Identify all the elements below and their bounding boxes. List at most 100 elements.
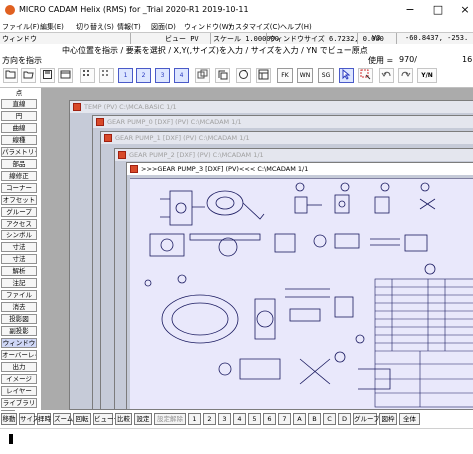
function-key-16[interactable]: A (293, 413, 306, 425)
wn-button[interactable]: WN (297, 68, 313, 83)
drawing-canvas[interactable] (130, 178, 473, 409)
sidebar-item-22[interactable]: 出力 (1, 361, 37, 372)
function-key-18[interactable]: C (323, 413, 336, 425)
fk-button[interactable]: FK (277, 68, 293, 83)
divider (266, 33, 267, 44)
view-2-icon[interactable]: 2 (136, 68, 151, 83)
function-key-15[interactable]: 7 (278, 413, 291, 425)
function-key-0[interactable]: 移動 (1, 413, 17, 425)
sidebar-item-10[interactable]: アクセス (1, 218, 37, 229)
window-title: MICRO CADAM Helix (RMS) for _Trial 2020-… (19, 5, 249, 14)
sidebar-item-13[interactable]: 寸法 (1, 254, 37, 265)
function-key-7[interactable]: 設定 (134, 413, 152, 425)
menu-help[interactable]: ヘルプ(H) (280, 22, 312, 32)
yes-no-button[interactable]: Y/N (417, 68, 437, 83)
function-key-17[interactable]: B (308, 413, 321, 425)
undo-icon[interactable] (379, 68, 394, 83)
view-4-icon[interactable]: 4 (174, 68, 189, 83)
function-key-19[interactable]: D (338, 413, 351, 425)
function-key-4[interactable]: 回転 (73, 413, 91, 425)
menu-edit[interactable]: 編集(E) (40, 22, 64, 32)
usage-value: 970/ (399, 55, 417, 64)
sidebar-item-4[interactable]: パラメトリック (1, 146, 37, 157)
sidebar-item-5[interactable]: 部品 (1, 158, 37, 169)
open-folder-icon[interactable] (21, 68, 36, 83)
folder-icon[interactable] (58, 68, 73, 83)
sidebar-item-14[interactable]: 解析 (1, 266, 37, 277)
prompt-direction: 方向を指示 (2, 56, 42, 65)
view-1-icon[interactable]: 1 (118, 68, 133, 83)
dot-grid-icon[interactable] (99, 68, 114, 83)
menu-customize[interactable]: カスタマイズ(C) (228, 22, 280, 32)
function-key-3[interactable]: ズーム (53, 413, 73, 425)
function-key-9[interactable]: 1 (188, 413, 201, 425)
function-key-21[interactable]: 図枠 (379, 413, 397, 425)
layout-icon[interactable] (256, 68, 271, 83)
sidebar-item-11[interactable]: シンボル (1, 230, 37, 241)
prompt-message: 中心位置を指示 / 要素を選択 / X,Y(,サイズ)を入力 / サイズを入力 … (62, 46, 368, 55)
window-gear-pump-3[interactable]: >>>GEAR PUMP_3 [DXF] (PV)<<< C:\MCADAM 1… (126, 162, 473, 410)
sidebar-item-1[interactable]: 円 (1, 110, 37, 121)
sidebar-item-7[interactable]: コーナー (1, 182, 37, 193)
sidebar-item-15[interactable]: 注記 (1, 278, 37, 289)
menu-file[interactable]: ファイル(F) (2, 22, 40, 32)
new-file-icon[interactable] (3, 68, 18, 83)
sidebar-item-21[interactable]: オーバーレイ (1, 349, 37, 360)
window-copy-icon[interactable] (215, 68, 230, 83)
function-key-11[interactable]: 3 (218, 413, 231, 425)
sidebar-item-8[interactable]: オフセット (1, 194, 37, 205)
function-key-13[interactable]: 5 (248, 413, 261, 425)
function-key-5[interactable]: ビューー (93, 413, 120, 425)
message-area: 中心位置を指示 / 要素を選択 / X,Y(,サイズ)を入力 / サイズを入力 … (0, 44, 473, 65)
copy-view-icon[interactable] (195, 68, 210, 83)
divider (210, 33, 211, 44)
menu-window[interactable]: ウィンドウ(W) (184, 22, 231, 32)
menu-switch[interactable]: 切り替え(S) (76, 22, 114, 32)
usage-total: 16 (462, 55, 473, 64)
minimize-button[interactable]: − (400, 2, 420, 18)
sidebar-item-23[interactable]: イメージ (1, 373, 37, 384)
menu-info[interactable]: 情報(T) (117, 22, 141, 32)
function-key-14[interactable]: 6 (263, 413, 276, 425)
sidebar-item-0[interactable]: 直線 (1, 99, 37, 109)
save-icon[interactable] (40, 68, 55, 83)
sidebar-item-25[interactable]: ライブラリ (1, 397, 37, 408)
sidebar-label-point: 点 (15, 89, 23, 97)
function-key-10[interactable]: 2 (203, 413, 216, 425)
window-label: ウィンドウ (2, 35, 37, 43)
sidebar-item-9[interactable]: グループ (1, 206, 37, 217)
select-cursor-icon[interactable] (339, 68, 354, 83)
refresh-icon[interactable] (236, 68, 251, 83)
grid-icon[interactable] (80, 68, 95, 83)
divider (396, 33, 397, 44)
sg-button[interactable]: SG (318, 68, 334, 83)
function-key-22[interactable]: 全体 (399, 413, 420, 425)
function-key-1[interactable]: サイズ (19, 413, 39, 425)
view-3-icon[interactable]: 3 (155, 68, 170, 83)
sidebar-item-3[interactable]: 線種 (1, 134, 37, 145)
function-key-6[interactable]: 比較 (115, 413, 132, 425)
sidebar-item-20[interactable]: ウィンドウ (1, 338, 37, 348)
window-title-gear-pump-1: GEAR PUMP_1 [DXF] (PV) C:\MCADAM 1/1 (101, 132, 473, 144)
command-line[interactable] (0, 428, 473, 454)
sidebar-item-19[interactable]: 副投影 (1, 326, 37, 337)
window-icon (73, 103, 81, 111)
function-key-2[interactable]: 拝時 (37, 413, 51, 425)
function-key-12[interactable]: 4 (233, 413, 246, 425)
window-title-gear-pump-3: >>>GEAR PUMP_3 [DXF] (PV)<<< C:\MCADAM 1… (127, 163, 473, 175)
sidebar-item-24[interactable]: レイヤー (1, 385, 37, 396)
sidebar-item-16[interactable]: ファイル (1, 290, 37, 301)
close-button[interactable]: × (455, 2, 473, 18)
cad-drawing (144, 182, 473, 408)
function-key-20[interactable]: グループ (353, 413, 380, 425)
function-key-8[interactable]: 設定解除 (154, 413, 186, 425)
sidebar-item-18[interactable]: 投影図 (1, 314, 37, 325)
select-box-icon[interactable] (358, 68, 373, 83)
menu-drawing[interactable]: 図面(D) (151, 22, 176, 32)
sidebar-item-6[interactable]: 線修正 (1, 170, 37, 181)
sidebar-item-12[interactable]: 寸法 (1, 242, 37, 253)
sidebar-item-17[interactable]: 消去 (1, 302, 37, 313)
redo-icon[interactable] (398, 68, 413, 83)
maximize-button[interactable]: □ (428, 2, 448, 18)
sidebar-item-2[interactable]: 曲線 (1, 122, 37, 133)
